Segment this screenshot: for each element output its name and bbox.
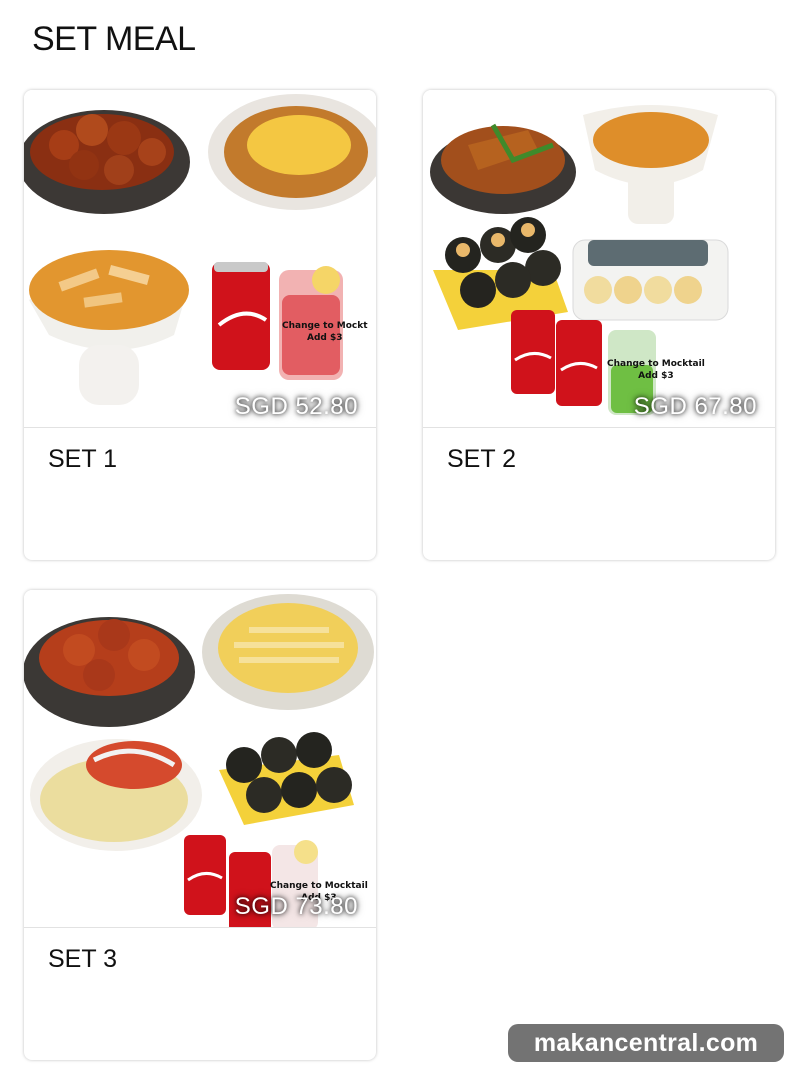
price-label: SGD 52.80 — [234, 393, 358, 420]
set-meal-image: Change to Mockt Add $3 SGD 52.80 — [24, 90, 376, 428]
mocktail-note: Change to Mockt Add $3 — [282, 321, 368, 343]
set-meal-card-3[interactable]: Change to Mocktail Add $3 SGD 73.80 SET 3 — [24, 590, 376, 1060]
set-name: SET 2 — [447, 445, 517, 473]
set-name: SET 3 — [48, 945, 118, 973]
section-title: SET MEAL — [32, 20, 196, 58]
set-meal-image: Change to Mocktail Add $3 SGD 67.80 — [423, 90, 775, 428]
set-meal-card-1[interactable]: Change to Mockt Add $3 SGD 52.80 SET 1 — [24, 90, 376, 560]
price-label: SGD 67.80 — [633, 393, 757, 420]
set-meal-card-2[interactable]: Change to Mocktail Add $3 SGD 67.80 SET 2 — [423, 90, 775, 560]
set-name: SET 1 — [48, 445, 118, 473]
watermark: makancentral.com — [508, 1024, 784, 1062]
price-label: SGD 73.80 — [234, 893, 358, 920]
set-meal-image: Change to Mocktail Add $3 SGD 73.80 — [24, 590, 376, 928]
mocktail-note: Change to Mocktail Add $3 — [607, 359, 705, 381]
